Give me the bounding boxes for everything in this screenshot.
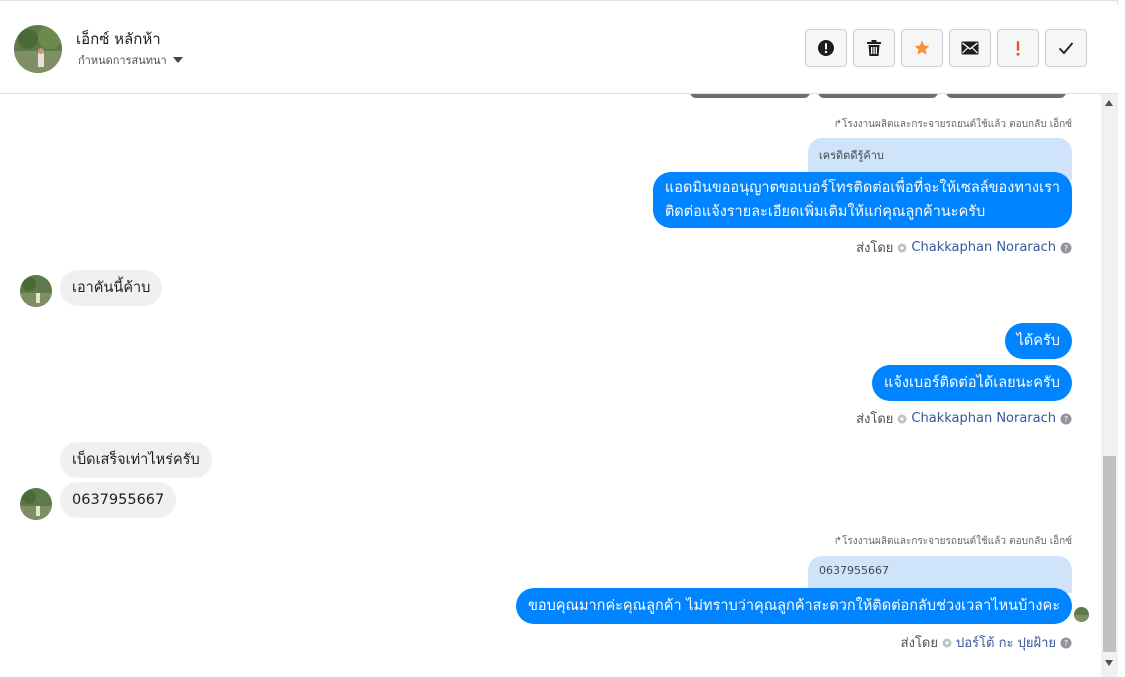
exclamation-circle-icon: [818, 40, 834, 56]
incoming-message: เบ็ดเสร็จเท่าไหร่ครับ: [60, 442, 212, 478]
contact-avatar[interactable]: [14, 25, 62, 73]
contact-name[interactable]: เอ็กซ์ หลักห้า: [76, 27, 161, 51]
inbox-conversation-panel: เอ็กซ์ หลักห้า กำหนดการสนทนา ↱โรงงานผลิต…: [0, 0, 1118, 677]
star-icon: [914, 40, 930, 55]
message-line: ติดต่อแจ้งรายละเอียดเพิ่มเติมให้แก่คุณลู…: [664, 204, 986, 220]
reply-arrow-icon: ↱: [833, 536, 842, 547]
help-icon[interactable]: ?: [1060, 413, 1072, 425]
sent-by-line: ส่งโดย Chakkaphan Norarach ?: [856, 408, 1072, 429]
reply-arrow-icon: ↱: [833, 119, 842, 130]
contact-avatar-small[interactable]: [20, 275, 52, 307]
scroll-down-arrow-icon[interactable]: [1105, 660, 1113, 666]
svg-text:?: ?: [1064, 244, 1068, 253]
help-icon[interactable]: ?: [1060, 637, 1072, 649]
checkmark-icon: [1058, 42, 1074, 55]
sender-name[interactable]: ปอร์โต้ กะ ปุยฝ้าย: [956, 632, 1056, 653]
sent-by-line: ส่งโดย Chakkaphan Norarach ?: [856, 237, 1072, 258]
attachment-thumbnail[interactable]: [690, 94, 810, 98]
mark-unread-button[interactable]: [949, 29, 991, 67]
outgoing-message: แอดมินขออนุญาตขอเบอร์โทรติดต่อเพื่อที่จะ…: [652, 172, 1072, 228]
message-line: แอดมินขออนุญาตขอเบอร์โทรติดต่อเพื่อที่จะ…: [664, 180, 1060, 196]
star-button[interactable]: [901, 29, 943, 67]
message-thread: ↱โรงงานผลิตและกระจายรถยนต์ใช้แล้ว ตอบกลั…: [0, 94, 1100, 677]
help-icon[interactable]: ?: [1060, 242, 1072, 254]
exclamation-icon: [1016, 41, 1020, 56]
contact-avatar-small[interactable]: [20, 488, 52, 520]
sent-by-label: ส่งโดย: [900, 636, 938, 651]
assign-label: กำหนดการสนทนา: [78, 54, 167, 67]
assign-conversation-dropdown[interactable]: กำหนดการสนทนา: [78, 51, 183, 69]
outgoing-message: แจ้งเบอร์ติดต่อได้เลยนะครับ: [872, 365, 1072, 401]
incoming-message: 0637955667: [60, 482, 177, 518]
previous-attachments: [690, 94, 1066, 98]
page-badge-icon: [897, 243, 907, 252]
envelope-icon: [961, 41, 979, 55]
svg-text:?: ?: [1064, 639, 1068, 648]
scroll-up-arrow-icon[interactable]: [1105, 100, 1113, 106]
page-badge-icon: [897, 414, 907, 423]
attachment-thumbnail[interactable]: [946, 94, 1066, 98]
seen-avatar: [1074, 607, 1089, 622]
reply-context-note: ↱โรงงานผลิตและกระจายรถยนต์ใช้แล้ว ตอบกลั…: [833, 119, 1072, 130]
sent-by-line: ส่งโดย ปอร์โต้ กะ ปุยฝ้าย ?: [901, 632, 1072, 653]
follow-up-button[interactable]: [997, 29, 1039, 67]
sender-name[interactable]: Chakkaphan Norarach: [911, 411, 1056, 426]
outgoing-message: ได้ครับ: [1004, 323, 1072, 359]
sent-by-label: ส่งโดย: [856, 241, 894, 256]
incoming-message: เอาคันนี้ค้าบ: [60, 270, 163, 306]
reply-context-note: ↱โรงงานผลิตและกระจายรถยนต์ใช้แล้ว ตอบกลั…: [833, 536, 1072, 547]
sender-name[interactable]: Chakkaphan Norarach: [911, 240, 1056, 255]
caret-down-icon: [172, 57, 183, 63]
sent-by-label: ส่งโดย: [856, 412, 894, 427]
conversation-header: เอ็กซ์ หลักห้า กำหนดการสนทนา: [0, 5, 1118, 94]
trash-icon: [867, 40, 881, 56]
mark-spam-button[interactable]: [805, 29, 847, 67]
delete-button[interactable]: [853, 29, 895, 67]
mark-done-button[interactable]: [1045, 29, 1087, 67]
outgoing-message: ขอบคุณมากค่ะคุณลูกค้า ไม่ทราบว่าคุณลูกค้…: [515, 588, 1072, 624]
scrollbar-thumb[interactable]: [1103, 456, 1116, 652]
page-badge-icon: [942, 638, 952, 647]
svg-text:?: ?: [1064, 415, 1068, 424]
thread-scrollbar[interactable]: [1101, 94, 1118, 677]
attachment-thumbnail[interactable]: [818, 94, 938, 98]
conversation-actions: [805, 29, 1087, 67]
